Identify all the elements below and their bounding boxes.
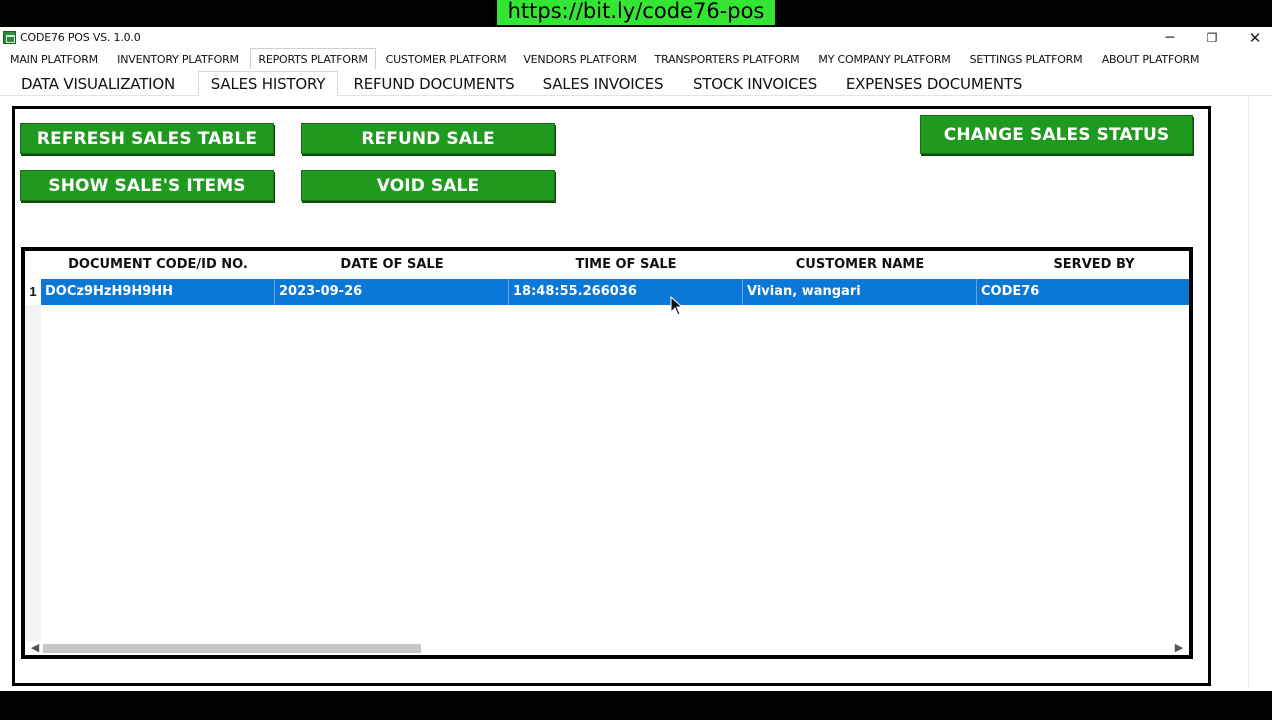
tab-inventory-platform[interactable]: INVENTORY PLATFORM bbox=[113, 50, 243, 69]
tab-reports-platform[interactable]: REPORTS PLATFORM bbox=[250, 48, 376, 69]
tab-expenses-documents[interactable]: EXPENSES DOCUMENTS bbox=[836, 73, 1032, 95]
cell-customer-name[interactable]: Vivian, wangari bbox=[743, 279, 977, 305]
report-tab-bar: DATA VISUALIZATION SALES HISTORY REFUND … bbox=[0, 71, 1272, 96]
tab-sales-history[interactable]: SALES HISTORY bbox=[198, 71, 338, 96]
restore-icon[interactable]: ❐ bbox=[1197, 29, 1227, 47]
tab-my-company-platform[interactable]: MY COMPANY PLATFORM bbox=[814, 50, 955, 69]
tab-settings-platform[interactable]: SETTINGS PLATFORM bbox=[965, 50, 1087, 69]
tab-sales-invoices[interactable]: SALES INVOICES bbox=[532, 73, 674, 95]
horizontal-scrollbar[interactable]: ◀ ▶ bbox=[25, 641, 1189, 655]
scroll-left-icon[interactable]: ◀ bbox=[27, 641, 43, 655]
change-sales-status-button[interactable]: CHANGE SALES STATUS bbox=[920, 115, 1193, 154]
tab-main-platform[interactable]: MAIN PLATFORM bbox=[4, 50, 104, 69]
minimize-icon[interactable]: ─ bbox=[1155, 29, 1185, 47]
mouse-cursor-icon bbox=[670, 296, 684, 316]
column-header-time-of-sale[interactable]: TIME OF SALE bbox=[509, 251, 743, 279]
title-bar: CODE76 POS VS. 1.0.0 ─ ❐ ✕ bbox=[0, 27, 1272, 49]
show-sale-items-button[interactable]: SHOW SALE'S ITEMS bbox=[20, 170, 274, 201]
platform-tab-bar: MAIN PLATFORM INVENTORY PLATFORM REPORTS… bbox=[0, 48, 1272, 69]
cell-date-of-sale[interactable]: 2023-09-26 bbox=[275, 279, 509, 305]
column-header-document-code[interactable]: DOCUMENT CODE/ID NO. bbox=[41, 251, 275, 279]
tab-refund-documents[interactable]: REFUND DOCUMENTS bbox=[344, 73, 524, 95]
tab-transporters-platform[interactable]: TRANSPORTERS PLATFORM bbox=[650, 50, 804, 69]
table-row[interactable]: 1 DOCz9HzH9H9HH 2023-09-26 18:48:55.2660… bbox=[25, 279, 1189, 305]
void-sale-button[interactable]: VOID SALE bbox=[301, 170, 555, 201]
row-index: 1 bbox=[25, 279, 41, 305]
tab-data-visualization[interactable]: DATA VISUALIZATION bbox=[4, 73, 192, 95]
column-header-date-of-sale[interactable]: DATE OF SALE bbox=[275, 251, 509, 279]
tab-stock-invoices[interactable]: STOCK INVOICES bbox=[682, 73, 828, 95]
cell-document-code[interactable]: DOCz9HzH9H9HH bbox=[41, 279, 275, 305]
tab-about-platform[interactable]: ABOUT PLATFORM bbox=[1097, 50, 1204, 69]
tab-vendors-platform[interactable]: VENDORS PLATFORM bbox=[520, 50, 640, 69]
sales-history-panel: REFRESH SALES TABLE SHOW SALE'S ITEMS RE… bbox=[12, 106, 1211, 686]
app-window: CODE76 POS VS. 1.0.0 ─ ❐ ✕ MAIN PLATFORM… bbox=[0, 27, 1272, 691]
close-icon[interactable]: ✕ bbox=[1240, 29, 1270, 47]
column-header-served-by[interactable]: SERVED BY bbox=[977, 251, 1189, 279]
cell-served-by[interactable]: CODE76 bbox=[977, 279, 1189, 305]
sales-table[interactable]: DOCUMENT CODE/ID NO. DATE OF SALE TIME O… bbox=[21, 247, 1193, 659]
page-edge bbox=[1248, 97, 1249, 687]
refresh-sales-table-button[interactable]: REFRESH SALES TABLE bbox=[20, 123, 274, 154]
window-title: CODE76 POS VS. 1.0.0 bbox=[20, 31, 141, 44]
column-header-customer-name[interactable]: CUSTOMER NAME bbox=[743, 251, 977, 279]
scroll-right-icon[interactable]: ▶ bbox=[1171, 641, 1187, 655]
url-banner: https://bit.ly/code76-pos bbox=[497, 0, 775, 25]
table-header: DOCUMENT CODE/ID NO. DATE OF SALE TIME O… bbox=[25, 251, 1189, 279]
scroll-thumb[interactable] bbox=[43, 644, 421, 653]
app-logo-icon bbox=[3, 31, 16, 44]
tab-customer-platform[interactable]: CUSTOMER PLATFORM bbox=[382, 50, 510, 69]
row-header-column bbox=[25, 279, 41, 643]
refund-sale-button[interactable]: REFUND SALE bbox=[301, 123, 555, 154]
cell-time-of-sale[interactable]: 18:48:55.266036 bbox=[509, 279, 743, 305]
